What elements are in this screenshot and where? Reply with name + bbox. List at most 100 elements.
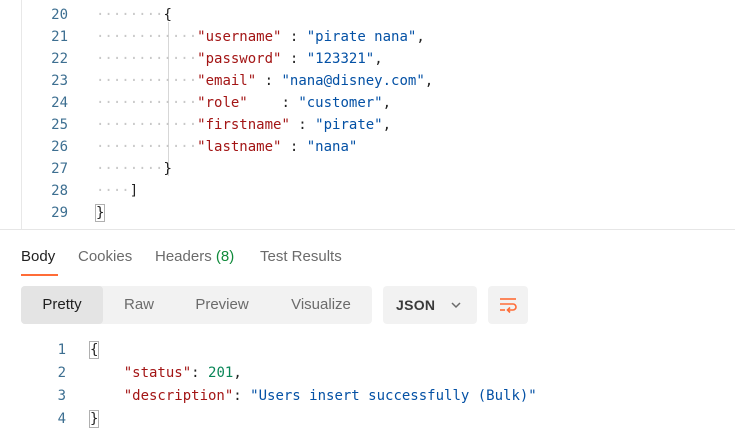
line-number: 20 xyxy=(51,7,68,23)
line-number: 23 xyxy=(51,73,68,89)
view-mode-pretty[interactable]: Pretty xyxy=(21,286,103,324)
code-text: ············"firstname" : "pirate", xyxy=(96,114,391,136)
response-body-viewer[interactable]: 1{2 "status": 201, 3 "description": "User… xyxy=(0,338,735,441)
json-punctuation: , xyxy=(424,73,434,89)
response-tabs: Body Cookies Headers (8) Test Results xyxy=(0,238,735,278)
json-key: "role" xyxy=(197,95,248,111)
json-key: "email" xyxy=(197,73,257,89)
format-select-value: JSON xyxy=(396,297,436,313)
active-tab-indicator xyxy=(21,274,58,276)
request-code-line: 26 ············"lastname" : "nana" xyxy=(0,136,735,158)
format-select[interactable]: JSON xyxy=(383,286,477,324)
code-text: } xyxy=(94,202,106,224)
request-code-line: 28 ····] xyxy=(0,180,735,202)
json-string: "123321" xyxy=(306,51,375,67)
code-text: ············"username" : "pirate nana", xyxy=(96,26,425,48)
code-text: ············"password" : "123321", xyxy=(96,48,383,70)
line-number: 24 xyxy=(51,95,68,111)
request-body-editor[interactable]: 20 ········{21 ············"username" : "p… xyxy=(0,0,735,230)
line-number: 26 xyxy=(51,139,68,155)
wrap-lines-icon xyxy=(500,298,517,314)
json-string: "Users insert successfully (Bulk)" xyxy=(250,388,537,404)
view-mode-preview-label: Preview xyxy=(195,296,249,313)
json-punctuation: : xyxy=(281,29,307,45)
json-punctuation: : xyxy=(233,388,251,404)
line-number: 2 xyxy=(57,365,66,381)
tab-cookies[interactable]: Cookies xyxy=(78,238,132,276)
view-mode-pretty-label: Pretty xyxy=(42,296,82,313)
tab-body[interactable]: Body xyxy=(21,238,55,276)
view-mode-raw-label: Raw xyxy=(123,296,154,313)
json-punctuation: : xyxy=(281,51,307,67)
whitespace-markers: ············ xyxy=(96,95,198,111)
request-code-line: 24 ············"role" : "customer", xyxy=(0,92,735,114)
chevron-down-icon xyxy=(451,302,461,309)
json-punctuation: : xyxy=(289,117,316,133)
json-punctuation: { xyxy=(88,341,100,359)
line-number: 22 xyxy=(51,51,68,67)
json-punctuation: , xyxy=(382,117,392,133)
json-key: "description" xyxy=(123,388,234,404)
line-number: 21 xyxy=(51,29,68,45)
request-code-line: 25 ············"firstname" : "pirate", xyxy=(0,114,735,136)
view-mode-visualize[interactable]: Visualize xyxy=(273,290,369,320)
json-punctuation: } xyxy=(163,161,172,177)
response-toolbar: Pretty Raw Preview Visualize JSON xyxy=(0,286,735,326)
whitespace-markers: ········ xyxy=(96,7,164,23)
tab-cookies-label: Cookies xyxy=(78,248,133,265)
whitespace-markers: ···· xyxy=(96,183,130,199)
tab-headers[interactable]: Headers (8) xyxy=(155,238,234,276)
json-string: "nana" xyxy=(306,139,358,155)
code-text: ····] xyxy=(96,180,138,202)
json-string: "pirate" xyxy=(315,117,383,133)
json-punctuation: , xyxy=(374,51,383,67)
json-punctuation: , xyxy=(382,95,392,111)
json-string: "nana@disney.com" xyxy=(281,73,425,89)
json-punctuation xyxy=(90,365,124,381)
tab-test-results-label: Test Results xyxy=(260,248,342,265)
json-punctuation: : xyxy=(247,95,299,111)
json-punctuation: : xyxy=(256,73,282,89)
view-mode-raw[interactable]: Raw xyxy=(107,290,171,320)
view-mode-visualize-label: Visualize xyxy=(291,296,351,313)
request-code-line: 22 ············"password" : "123321", xyxy=(0,48,735,70)
wrap-lines-button[interactable] xyxy=(488,286,528,324)
json-key: "firstname" xyxy=(197,117,290,133)
json-punctuation: : xyxy=(191,365,209,381)
json-string: "customer" xyxy=(298,95,383,111)
code-text: } xyxy=(88,408,100,431)
whitespace-markers: ············ xyxy=(96,117,198,133)
tab-test-results[interactable]: Test Results xyxy=(260,238,342,276)
tab-headers-label: Headers xyxy=(155,248,212,265)
json-punctuation: , xyxy=(416,29,425,45)
view-mode-preview[interactable]: Preview xyxy=(177,290,267,320)
request-code-line: 27 ········} xyxy=(0,158,735,180)
json-punctuation: ] xyxy=(129,183,139,199)
code-text: ············"lastname" : "nana" xyxy=(96,136,357,158)
request-code-line: 23 ············"email" : "nana@disney.com… xyxy=(0,70,735,92)
json-punctuation: , xyxy=(233,365,242,381)
line-number: 28 xyxy=(51,183,68,199)
line-number: 29 xyxy=(51,205,68,221)
response-code-line: 3 "description": "Users insert successfu… xyxy=(0,385,735,408)
json-punctuation: { xyxy=(163,7,172,23)
response-code-line: 4} xyxy=(0,408,735,431)
line-number: 3 xyxy=(57,388,66,404)
line-number: 1 xyxy=(57,342,66,358)
json-string: "pirate nana" xyxy=(306,29,417,45)
code-text: { xyxy=(88,339,100,362)
json-number: 201 xyxy=(208,365,234,381)
line-number: 25 xyxy=(51,117,68,133)
whitespace-markers: ············ xyxy=(96,29,198,45)
headers-count-badge: (8) xyxy=(215,248,235,265)
json-key: "password" xyxy=(197,51,282,67)
whitespace-markers: ············ xyxy=(96,73,198,89)
json-punctuation: } xyxy=(88,410,100,428)
code-text: ············"role" : "customer", xyxy=(96,92,391,114)
code-text: ········{ xyxy=(96,4,172,26)
request-code-line: 29} xyxy=(0,202,735,224)
json-key: "lastname" xyxy=(197,139,282,155)
json-key: "status" xyxy=(123,365,192,381)
whitespace-markers: ············ xyxy=(96,139,198,155)
response-code-line: 2 "status": 201, xyxy=(0,362,735,385)
